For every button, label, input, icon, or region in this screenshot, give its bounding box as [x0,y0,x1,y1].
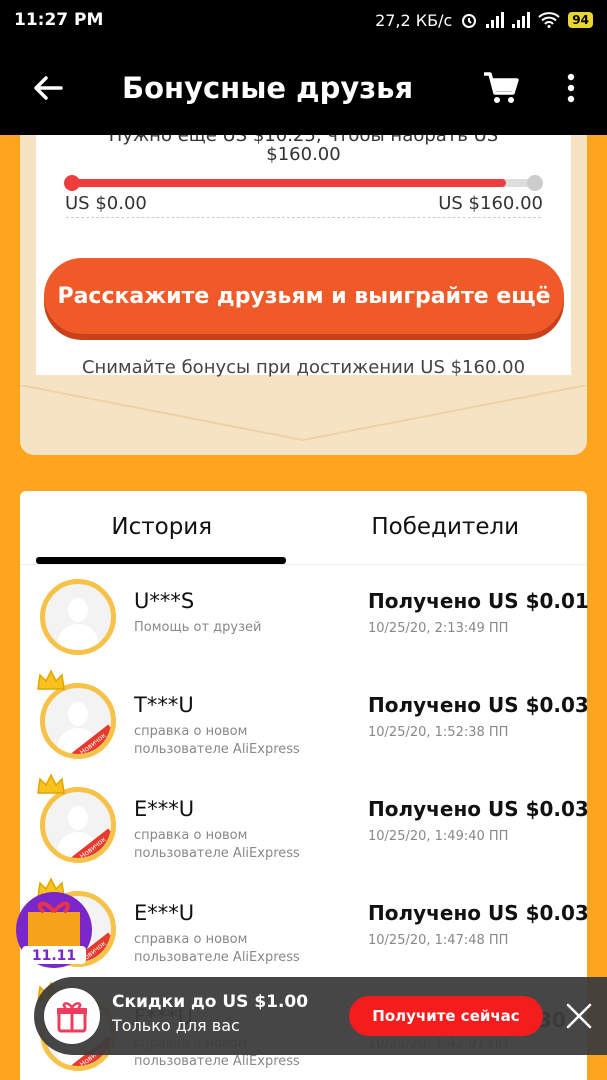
history-row: U***S Помощь от друзей Получено US $0.01… [20,565,589,669]
bonus-letter: Нужно ещё US $10.25, чтобы набрать US $1… [36,135,571,378]
ticket-notch-left [20,334,33,360]
promo-banner[interactable]: Скидки до US $1.00 Только для вас Получи… [34,977,607,1055]
timestamp: 10/25/20, 1:49:40 ПП [368,829,509,844]
avatar-placeholder: Новичок [40,787,116,863]
promo-title: Скидки до US $1.00 [112,992,309,1012]
avatar-placeholder [40,579,116,655]
status-icons: 27,2 КБ/с 94 [375,11,593,30]
signal-icon [512,12,531,28]
arrow-left-icon [34,75,63,100]
goal-amount: $160.00 [266,144,341,165]
user-description: справка о новом пользователе AliExpress [134,828,300,861]
back-button[interactable] [0,40,96,135]
avatar-placeholder: Новичок [40,683,116,759]
cart-icon [484,71,519,103]
progress-start-dot [64,175,80,191]
progress-max-label: US $160.00 [438,193,543,214]
user-name: T***U [134,693,194,717]
received-amount: Получено US $0.03 [368,797,589,821]
signal-icon [486,12,505,28]
promo-subtitle: Только для вас [112,1016,240,1035]
timestamp: 10/25/20, 1:47:48 ПП [368,933,509,948]
bonus-progress-fill [71,179,507,187]
divider [66,217,541,218]
net-speed: 27,2 КБ/с [375,10,453,30]
avatar: Новичок [37,669,116,759]
received-amount: Получено US $0.01 [368,589,589,613]
tab-bar: История Победители [20,491,587,565]
progress-min-label: US $0.00 [65,193,147,214]
sale-1111-badge[interactable]: 11.11 [14,890,94,970]
history-row: Новичок T***U справка о новом пользовате… [20,669,589,773]
user-name: E***U [134,901,195,925]
crown-icon [37,773,65,794]
tab-history[interactable]: История [20,491,304,564]
avatar: Новичок [37,773,116,863]
status-bar: 11:27 PM 27,2 КБ/с 94 [0,0,607,40]
withdraw-note: Снимайте бонусы при достижении US $160.0… [81,357,526,378]
get-now-button[interactable]: Получите сейчас [349,996,543,1036]
cart-button[interactable] [471,40,531,135]
timestamp: 10/25/20, 1:52:38 ПП [368,725,509,740]
user-description: справка о новом пользователе AliExpress [134,932,300,965]
user-name: U***S [134,589,195,613]
battery-icon: 94 [568,12,593,28]
page-title: Бонусные друзья [122,70,414,105]
ticket-notch-right [574,334,587,360]
timestamp: 10/25/20, 2:13:49 ПП [368,621,509,636]
user-name: E***U [134,797,195,821]
bonus-envelope-card: Нужно ещё US $10.25, чтобы набрать US $1… [20,135,587,455]
history-row: Новичок E***U справка о новом пользовате… [20,877,589,981]
crown-icon [37,669,65,690]
history-row: Новичок E***U справка о новом пользовате… [20,773,589,877]
status-time: 11:27 PM [14,10,104,30]
wifi-icon [538,12,560,28]
gift-icon [44,988,100,1044]
share-with-friends-button[interactable]: Расскажите друзьям и выиграйте ещё [44,258,564,334]
alarm-icon [462,14,477,28]
received-amount: Получено US $0.03 [368,693,589,717]
received-amount: Получено US $0.03 [368,901,589,925]
more-menu-button[interactable] [551,40,591,135]
avatar [40,579,116,655]
envelope-flap [20,385,587,442]
sale-1111-label: 11.11 [32,948,76,964]
close-icon[interactable] [564,1001,594,1031]
progress-end-dot [527,175,543,191]
more-vertical-icon [567,73,575,102]
user-description: справка о новом пользователе AliExpress [134,724,300,757]
user-description: Помощь от друзей [134,620,262,635]
tab-winners[interactable]: Победители [304,491,588,564]
bonus-progress-bar [64,175,543,191]
app-bar: Бонусные друзья [0,40,607,135]
active-tab-indicator [36,557,286,564]
